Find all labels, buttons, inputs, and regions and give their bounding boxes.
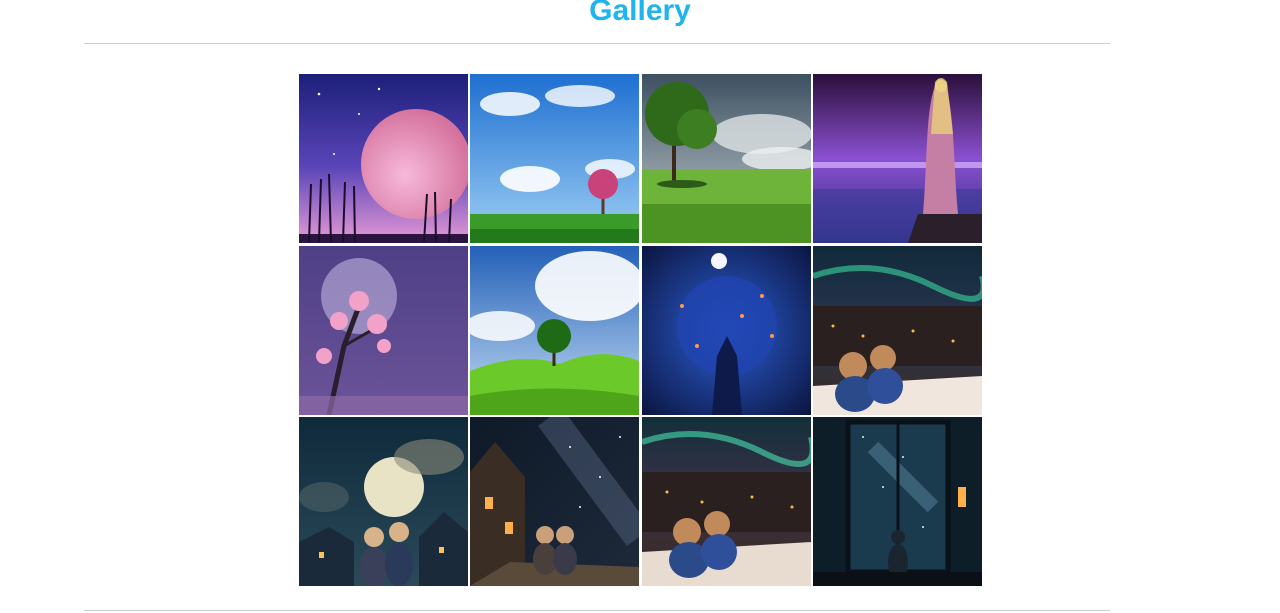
gallery-image-children-rooftop-aurora-town-2[interactable] xyxy=(641,417,811,586)
gallery-image-blossom-tree-blue-sky-meadow[interactable] xyxy=(470,74,640,243)
gallery-image-cherry-blossom-purple-moon[interactable] xyxy=(299,245,468,415)
gallery-image-children-watching-giant-moon[interactable] xyxy=(299,417,468,586)
bottom-divider xyxy=(84,610,1110,611)
page-title: Gallery xyxy=(589,0,691,27)
gallery-image-children-rooftop-aurora-town[interactable] xyxy=(812,245,982,415)
gallery-image-child-at-window-starry-night[interactable] xyxy=(812,417,982,586)
gallery-image-children-house-milky-way[interactable] xyxy=(470,417,640,586)
top-divider xyxy=(84,43,1110,44)
image-gallery-grid xyxy=(299,74,982,586)
gallery-image-pink-moon-night-trees[interactable] xyxy=(299,74,468,243)
gallery-image-lone-tree-cloudy-field[interactable] xyxy=(641,74,811,243)
gallery-image-woman-on-cliff-purple-sea[interactable] xyxy=(812,74,982,243)
gallery-image-glowing-blue-tree-full-moon[interactable] xyxy=(641,245,811,415)
gallery-image-green-tree-on-hill[interactable] xyxy=(470,245,640,415)
